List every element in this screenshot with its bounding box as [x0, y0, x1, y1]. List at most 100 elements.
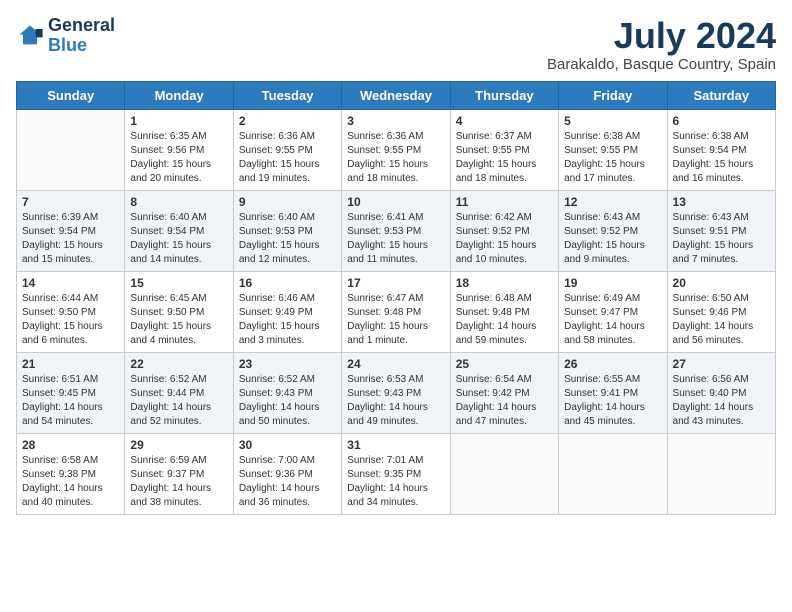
- calendar-cell: 17 Sunrise: 6:47 AM Sunset: 9:48 PM Dayli…: [342, 271, 450, 352]
- day-info: Sunrise: 6:40 AM Sunset: 9:53 PM Dayligh…: [239, 211, 336, 267]
- day-info: Sunrise: 6:50 AM Sunset: 9:46 PM Dayligh…: [673, 292, 770, 348]
- day-number: 26: [564, 357, 661, 371]
- day-number: 3: [347, 114, 444, 128]
- day-info: Sunrise: 6:55 AM Sunset: 9:41 PM Dayligh…: [564, 373, 661, 429]
- day-info: Sunrise: 6:47 AM Sunset: 9:48 PM Dayligh…: [347, 292, 444, 348]
- day-number: 29: [130, 438, 227, 452]
- day-number: 2: [239, 114, 336, 128]
- day-number: 5: [564, 114, 661, 128]
- day-info: Sunrise: 6:45 AM Sunset: 9:50 PM Dayligh…: [130, 292, 227, 348]
- day-info: Sunrise: 6:52 AM Sunset: 9:44 PM Dayligh…: [130, 373, 227, 429]
- calendar-cell: 3 Sunrise: 6:36 AM Sunset: 9:55 PM Daylig…: [342, 109, 450, 190]
- day-info: Sunrise: 6:46 AM Sunset: 9:49 PM Dayligh…: [239, 292, 336, 348]
- calendar-cell: 31Sunrise: 7:01 AM Sunset: 9:35 PM Dayli…: [342, 433, 450, 514]
- title-block: July 2024 Barakaldo, Basque Country, Spa…: [547, 16, 776, 73]
- day-number: 27: [673, 357, 770, 371]
- calendar-cell: 1 Sunrise: 6:35 AM Sunset: 9:56 PM Daylig…: [125, 109, 233, 190]
- day-info: Sunrise: 6:49 AM Sunset: 9:47 PM Dayligh…: [564, 292, 661, 348]
- weekday-header-saturday: Saturday: [667, 81, 775, 109]
- day-number: 17: [347, 276, 444, 290]
- calendar-week-row: 1 Sunrise: 6:35 AM Sunset: 9:56 PM Daylig…: [17, 109, 776, 190]
- day-info: Sunrise: 7:01 AM Sunset: 9:35 PM Dayligh…: [347, 454, 444, 510]
- day-info: Sunrise: 6:53 AM Sunset: 9:43 PM Dayligh…: [347, 373, 444, 429]
- calendar-cell: 20Sunrise: 6:50 AM Sunset: 9:46 PM Dayli…: [667, 271, 775, 352]
- calendar-week-row: 28 Sunrise: 6:58 AM Sunset: 9:38 PM Dayli…: [17, 433, 776, 514]
- weekday-header-tuesday: Tuesday: [233, 81, 341, 109]
- day-info: Sunrise: 6:43 AM Sunset: 9:51 PM Dayligh…: [673, 211, 770, 267]
- calendar-table: SundayMondayTuesdayWednesdayThursdayFrid…: [16, 81, 776, 515]
- day-number: 25: [456, 357, 553, 371]
- day-info: Sunrise: 6:51 AM Sunset: 9:45 PM Dayligh…: [22, 373, 119, 429]
- calendar-cell: 16 Sunrise: 6:46 AM Sunset: 9:49 PM Dayli…: [233, 271, 341, 352]
- calendar-cell: 21 Sunrise: 6:51 AM Sunset: 9:45 PM Dayli…: [17, 352, 125, 433]
- calendar-cell: 8Sunrise: 6:40 AM Sunset: 9:54 PM Daylig…: [125, 190, 233, 271]
- day-info: Sunrise: 7:00 AM Sunset: 9:36 PM Dayligh…: [239, 454, 336, 510]
- calendar-cell: [450, 433, 558, 514]
- calendar-cell: 10Sunrise: 6:41 AM Sunset: 9:53 PM Dayli…: [342, 190, 450, 271]
- day-info: Sunrise: 6:54 AM Sunset: 9:42 PM Dayligh…: [456, 373, 553, 429]
- calendar-cell: 26 Sunrise: 6:55 AM Sunset: 9:41 PM Dayli…: [559, 352, 667, 433]
- calendar-cell: 13 Sunrise: 6:43 AM Sunset: 9:51 PM Dayli…: [667, 190, 775, 271]
- day-info: Sunrise: 6:59 AM Sunset: 9:37 PM Dayligh…: [130, 454, 227, 510]
- calendar-cell: [17, 109, 125, 190]
- day-number: 18: [456, 276, 553, 290]
- day-number: 14: [22, 276, 119, 290]
- day-number: 21: [22, 357, 119, 371]
- day-number: 9: [239, 195, 336, 209]
- calendar-cell: 2 Sunrise: 6:36 AM Sunset: 9:55 PM Daylig…: [233, 109, 341, 190]
- month-title: July 2024: [547, 16, 776, 56]
- calendar-cell: 22Sunrise: 6:52 AM Sunset: 9:44 PM Dayli…: [125, 352, 233, 433]
- calendar-cell: 28 Sunrise: 6:58 AM Sunset: 9:38 PM Dayli…: [17, 433, 125, 514]
- day-number: 15: [130, 276, 227, 290]
- calendar-cell: 14 Sunrise: 6:44 AM Sunset: 9:50 PM Dayli…: [17, 271, 125, 352]
- day-info: Sunrise: 6:36 AM Sunset: 9:55 PM Dayligh…: [239, 130, 336, 186]
- weekday-header-thursday: Thursday: [450, 81, 558, 109]
- logo-line1: General: [48, 16, 115, 36]
- calendar-cell: 12Sunrise: 6:43 AM Sunset: 9:52 PM Dayli…: [559, 190, 667, 271]
- calendar-cell: 25 Sunrise: 6:54 AM Sunset: 9:42 PM Dayli…: [450, 352, 558, 433]
- day-info: Sunrise: 6:56 AM Sunset: 9:40 PM Dayligh…: [673, 373, 770, 429]
- logo: General Blue: [16, 16, 115, 56]
- day-info: Sunrise: 6:48 AM Sunset: 9:48 PM Dayligh…: [456, 292, 553, 348]
- calendar-cell: 11Sunrise: 6:42 AM Sunset: 9:52 PM Dayli…: [450, 190, 558, 271]
- calendar-cell: 5 Sunrise: 6:38 AM Sunset: 9:55 PM Daylig…: [559, 109, 667, 190]
- day-number: 16: [239, 276, 336, 290]
- calendar-cell: 18 Sunrise: 6:48 AM Sunset: 9:48 PM Dayli…: [450, 271, 558, 352]
- day-number: 8: [130, 195, 227, 209]
- day-info: Sunrise: 6:38 AM Sunset: 9:55 PM Dayligh…: [564, 130, 661, 186]
- day-info: Sunrise: 6:38 AM Sunset: 9:54 PM Dayligh…: [673, 130, 770, 186]
- logo-text: General Blue: [48, 16, 115, 56]
- logo-line2: Blue: [48, 35, 87, 55]
- day-number: 1: [130, 114, 227, 128]
- calendar-cell: 27 Sunrise: 6:56 AM Sunset: 9:40 PM Dayli…: [667, 352, 775, 433]
- day-number: 7: [22, 195, 119, 209]
- day-info: Sunrise: 6:58 AM Sunset: 9:38 PM Dayligh…: [22, 454, 119, 510]
- calendar-header-row: SundayMondayTuesdayWednesdayThursdayFrid…: [17, 81, 776, 109]
- weekday-header-wednesday: Wednesday: [342, 81, 450, 109]
- day-info: Sunrise: 6:44 AM Sunset: 9:50 PM Dayligh…: [22, 292, 119, 348]
- calendar-cell: 23Sunrise: 6:52 AM Sunset: 9:43 PM Dayli…: [233, 352, 341, 433]
- calendar-week-row: 21 Sunrise: 6:51 AM Sunset: 9:45 PM Dayli…: [17, 352, 776, 433]
- day-number: 30: [239, 438, 336, 452]
- day-number: 13: [673, 195, 770, 209]
- weekday-header-friday: Friday: [559, 81, 667, 109]
- calendar-cell: [667, 433, 775, 514]
- logo-icon: [16, 22, 44, 50]
- calendar-week-row: 7 Sunrise: 6:39 AM Sunset: 9:54 PM Daylig…: [17, 190, 776, 271]
- calendar-cell: 7 Sunrise: 6:39 AM Sunset: 9:54 PM Daylig…: [17, 190, 125, 271]
- day-info: Sunrise: 6:36 AM Sunset: 9:55 PM Dayligh…: [347, 130, 444, 186]
- day-number: 24: [347, 357, 444, 371]
- day-number: 4: [456, 114, 553, 128]
- calendar-cell: 19Sunrise: 6:49 AM Sunset: 9:47 PM Dayli…: [559, 271, 667, 352]
- page-header: General Blue July 2024 Barakaldo, Basque…: [16, 16, 776, 73]
- day-number: 6: [673, 114, 770, 128]
- day-info: Sunrise: 6:37 AM Sunset: 9:55 PM Dayligh…: [456, 130, 553, 186]
- day-number: 23: [239, 357, 336, 371]
- day-info: Sunrise: 6:35 AM Sunset: 9:56 PM Dayligh…: [130, 130, 227, 186]
- calendar-week-row: 14 Sunrise: 6:44 AM Sunset: 9:50 PM Dayli…: [17, 271, 776, 352]
- calendar-cell: 24 Sunrise: 6:53 AM Sunset: 9:43 PM Dayli…: [342, 352, 450, 433]
- calendar-cell: [559, 433, 667, 514]
- day-number: 28: [22, 438, 119, 452]
- day-info: Sunrise: 6:39 AM Sunset: 9:54 PM Dayligh…: [22, 211, 119, 267]
- calendar-cell: 6 Sunrise: 6:38 AM Sunset: 9:54 PM Daylig…: [667, 109, 775, 190]
